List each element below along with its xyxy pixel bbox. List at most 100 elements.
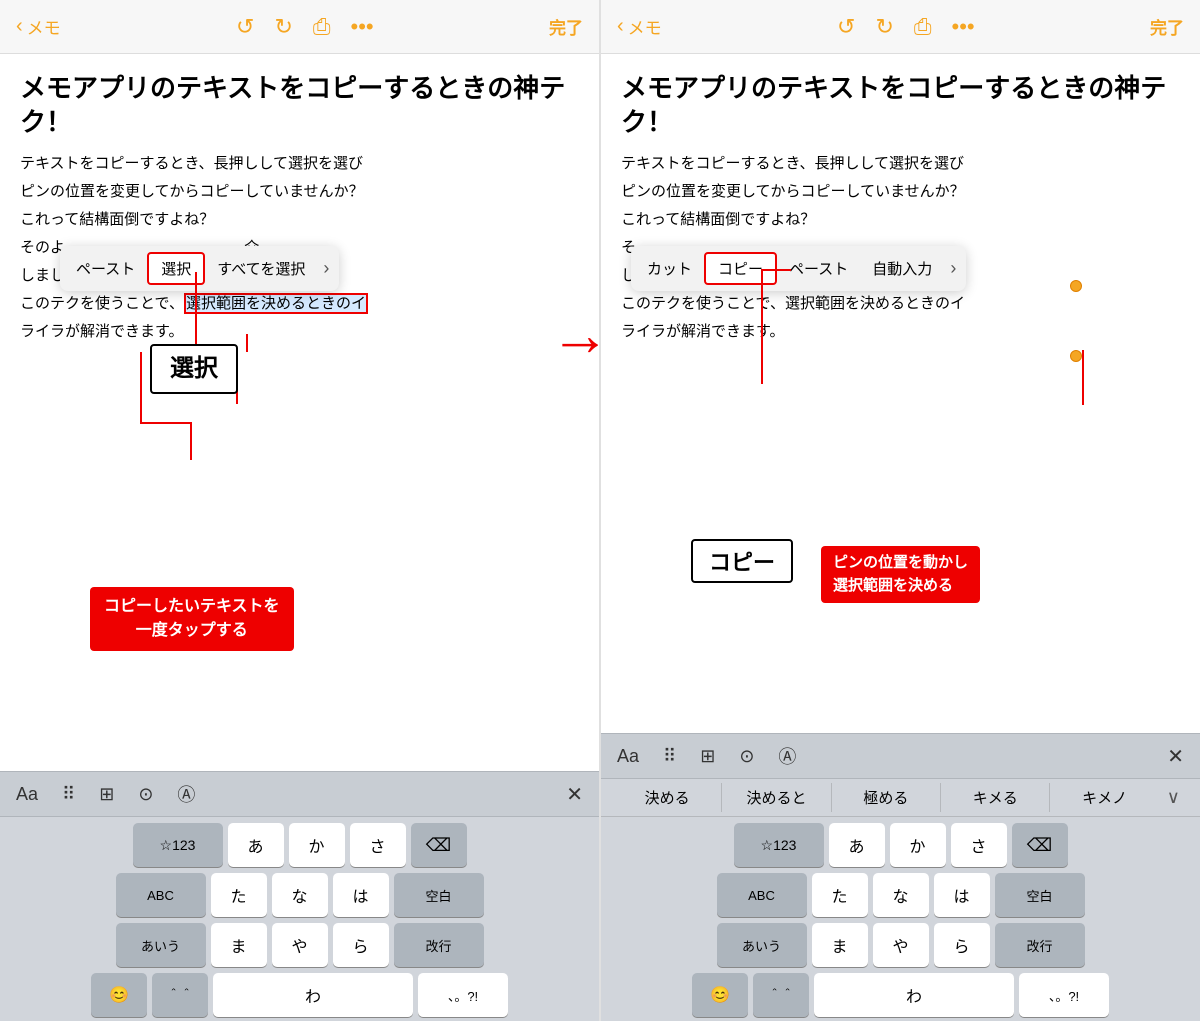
- annotation-copy-tap: コピーしたいテキストを一度タップする: [90, 587, 294, 651]
- key-a-right[interactable]: あ: [829, 823, 885, 867]
- key-abc-left[interactable]: ABC: [116, 873, 206, 917]
- key-aiueo-left[interactable]: あいう: [116, 923, 206, 967]
- suggestion-1[interactable]: 決める: [613, 783, 722, 812]
- key-123-left[interactable]: ☆123: [133, 823, 223, 867]
- more-icon-right[interactable]: •••: [952, 14, 975, 40]
- key-abc-right[interactable]: ABC: [717, 873, 807, 917]
- key-a-left[interactable]: あ: [228, 823, 284, 867]
- key-123-right[interactable]: ☆123: [734, 823, 824, 867]
- key-row-4-left: 😊 ＾＾ わ 、。?!: [4, 973, 595, 1017]
- key-ma-right[interactable]: ま: [812, 923, 868, 967]
- undo-icon-left[interactable]: ↺: [236, 14, 254, 40]
- suggestion-5[interactable]: キメノ: [1050, 783, 1158, 812]
- line4-left: [190, 422, 192, 460]
- key-ta-right[interactable]: た: [812, 873, 868, 917]
- key-ma-left[interactable]: ま: [211, 923, 267, 967]
- share-icon-right[interactable]: ⎙: [914, 14, 932, 40]
- key-na-right[interactable]: な: [873, 873, 929, 917]
- note-content-right: メモアプリのテキストをコピーするときの神テク！ テキストをコピーするとき、長押し…: [601, 54, 1200, 733]
- key-ra-right[interactable]: ら: [934, 923, 990, 967]
- keyboard-left: Aa ⠿ ⊞ ⊙ Ⓐ ✕ ☆123 あ か さ ⌫ ABC た な は 空白: [0, 771, 599, 1021]
- note-title-left: メモアプリのテキストをコピーするときの神テク！: [20, 72, 579, 140]
- key-aiueo-right[interactable]: あいう: [717, 923, 807, 967]
- key-ya-left[interactable]: や: [272, 923, 328, 967]
- key-sa-left[interactable]: さ: [350, 823, 406, 867]
- list-icon-right[interactable]: ⠿: [663, 746, 676, 767]
- key-emoji-right[interactable]: 😊: [692, 973, 748, 1017]
- key-backspace-right[interactable]: ⌫: [1012, 823, 1068, 867]
- suggestions-expand-icon[interactable]: ∨: [1159, 787, 1188, 808]
- line2-left: [246, 334, 248, 352]
- back-label-right: メモ: [628, 14, 662, 39]
- back-button-left[interactable]: ‹ メモ: [16, 14, 61, 39]
- key-row-3-right: あいう ま や ら 改行: [605, 923, 1196, 967]
- back-button-right[interactable]: ‹ メモ: [617, 14, 662, 39]
- note-title-right: メモアプリのテキストをコピーするときの神テク！: [621, 72, 1180, 140]
- key-ka-right[interactable]: か: [890, 823, 946, 867]
- line1-left: [195, 272, 197, 354]
- line5-left: [140, 422, 192, 424]
- auto-input-item-right[interactable]: 自動入力: [860, 254, 944, 283]
- cut-item-right[interactable]: カット: [635, 254, 704, 283]
- redo-icon-left[interactable]: ↻: [274, 14, 292, 40]
- key-row-1-left: ☆123 あ か さ ⌫: [4, 823, 595, 867]
- key-ha-left[interactable]: は: [333, 873, 389, 917]
- more-icon-left[interactable]: •••: [351, 14, 374, 40]
- suggestion-3[interactable]: 極める: [832, 783, 941, 812]
- chevron-left-icon: ‹: [16, 15, 23, 38]
- key-row-2-left: ABC た な は 空白: [4, 873, 595, 917]
- font-icon-left[interactable]: Aa: [16, 784, 38, 805]
- done-button-right[interactable]: 完了: [1150, 14, 1184, 39]
- key-ta-left[interactable]: た: [211, 873, 267, 917]
- table-icon-right[interactable]: ⊞: [700, 746, 715, 767]
- line6-left: [140, 352, 142, 424]
- font-icon-right[interactable]: Aa: [617, 746, 639, 767]
- key-punct-left[interactable]: 、。?!: [418, 973, 508, 1017]
- camera-icon-left[interactable]: ⊙: [138, 784, 153, 805]
- key-backspace-left[interactable]: ⌫: [411, 823, 467, 867]
- key-punct-right[interactable]: 、。?!: [1019, 973, 1109, 1017]
- action-icon-right[interactable]: Ⓐ: [778, 743, 796, 769]
- menu-arrow-left[interactable]: ›: [317, 258, 335, 279]
- undo-icon-right[interactable]: ↺: [837, 14, 855, 40]
- keyboard-rows-right: ☆123 あ か さ ⌫ ABC た な は 空白 あいう ま や ら 改行: [601, 817, 1200, 1021]
- action-icon-left[interactable]: Ⓐ: [177, 781, 195, 807]
- redo-icon-right[interactable]: ↻: [875, 14, 893, 40]
- key-caret-left[interactable]: ＾＾: [152, 973, 208, 1017]
- line1-right: [761, 269, 763, 384]
- key-enter-right[interactable]: 改行: [995, 923, 1085, 967]
- key-ra-left[interactable]: ら: [333, 923, 389, 967]
- pin-cursor-top: [1070, 280, 1082, 292]
- key-ha-right[interactable]: は: [934, 873, 990, 917]
- annotation-copy-bordered: コピー: [691, 539, 793, 583]
- close-keyboard-left[interactable]: ✕: [566, 782, 583, 807]
- camera-icon-right[interactable]: ⊙: [739, 746, 754, 767]
- key-wa-left[interactable]: わ: [213, 973, 413, 1017]
- keyboard-toolbar-left: Aa ⠿ ⊞ ⊙ Ⓐ ✕: [0, 771, 599, 817]
- key-emoji-left[interactable]: 😊: [91, 973, 147, 1017]
- key-caret-right[interactable]: ＾＾: [753, 973, 809, 1017]
- line2-right: [761, 269, 791, 271]
- line3-right: [1082, 350, 1084, 405]
- done-button-left[interactable]: 完了: [549, 14, 583, 39]
- key-na-left[interactable]: な: [272, 873, 328, 917]
- nav-center-right: ↺ ↻ ⎙ •••: [837, 14, 975, 40]
- key-space-left[interactable]: 空白: [394, 873, 484, 917]
- key-sa-right[interactable]: さ: [951, 823, 1007, 867]
- menu-arrow-right[interactable]: ›: [944, 258, 962, 279]
- paste-item-left[interactable]: ペースト: [64, 254, 147, 283]
- suggestion-2[interactable]: 決めると: [722, 783, 831, 812]
- share-icon-left[interactable]: ⎙: [313, 14, 331, 40]
- key-space-right[interactable]: 空白: [995, 873, 1085, 917]
- key-wa-right[interactable]: わ: [814, 973, 1014, 1017]
- key-row-2-right: ABC た な は 空白: [605, 873, 1196, 917]
- table-icon-left[interactable]: ⊞: [99, 784, 114, 805]
- key-ka-left[interactable]: か: [289, 823, 345, 867]
- note-content-left: メモアプリのテキストをコピーするときの神テク！ テキストをコピーするとき、長押し…: [0, 54, 599, 771]
- list-icon-left[interactable]: ⠿: [62, 784, 75, 805]
- key-ya-right[interactable]: や: [873, 923, 929, 967]
- key-enter-left[interactable]: 改行: [394, 923, 484, 967]
- suggestion-4[interactable]: キメる: [941, 783, 1050, 812]
- select-all-item-left[interactable]: すべてを選択: [205, 254, 317, 283]
- close-keyboard-right[interactable]: ✕: [1167, 744, 1184, 769]
